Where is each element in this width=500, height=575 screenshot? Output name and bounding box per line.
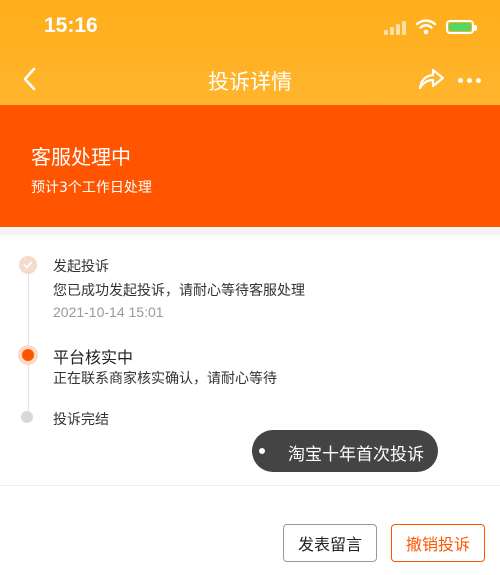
step-done-icon	[19, 256, 37, 274]
step-1-desc: 您已成功发起投诉，请耐心等待客服处理	[53, 283, 305, 299]
status-time: 15:16	[44, 14, 98, 37]
status-icons	[384, 18, 477, 36]
watermark-dot-icon	[252, 441, 272, 461]
status-banner: 客服处理中 预计3个工作日处理	[0, 105, 500, 227]
comment-button[interactable]: 发表留言	[283, 524, 377, 562]
step-1-title: 发起投诉	[53, 259, 109, 275]
signal-icon	[384, 19, 406, 35]
step-2-title: 平台核实中	[53, 348, 134, 367]
header: 15:16 投诉详情	[0, 0, 500, 105]
wifi-icon	[416, 19, 436, 35]
banner-subtitle: 预计3个工作日处理	[31, 180, 152, 196]
banner-title: 客服处理中	[31, 145, 131, 169]
battery-icon	[446, 20, 477, 34]
watermark-text: 淘宝十年首次投诉	[288, 445, 424, 465]
step-1-time: 2021-10-14 15:01	[53, 304, 164, 320]
bottom-divider	[0, 485, 500, 486]
share-button[interactable]	[416, 64, 446, 94]
watermark-badge: 淘宝十年首次投诉	[252, 430, 438, 472]
step-3-title: 投诉完结	[53, 412, 109, 428]
more-button[interactable]	[458, 70, 488, 90]
step-pending-icon	[21, 411, 33, 423]
more-icon	[458, 77, 463, 83]
step-2-desc: 正在联系商家核实确认，请耐心等待	[53, 371, 277, 387]
step-current-icon	[18, 345, 38, 365]
section-gap	[0, 227, 500, 235]
cancel-complaint-button[interactable]: 撤销投诉	[391, 524, 485, 562]
timeline-line	[28, 270, 29, 418]
share-icon	[418, 68, 445, 90]
